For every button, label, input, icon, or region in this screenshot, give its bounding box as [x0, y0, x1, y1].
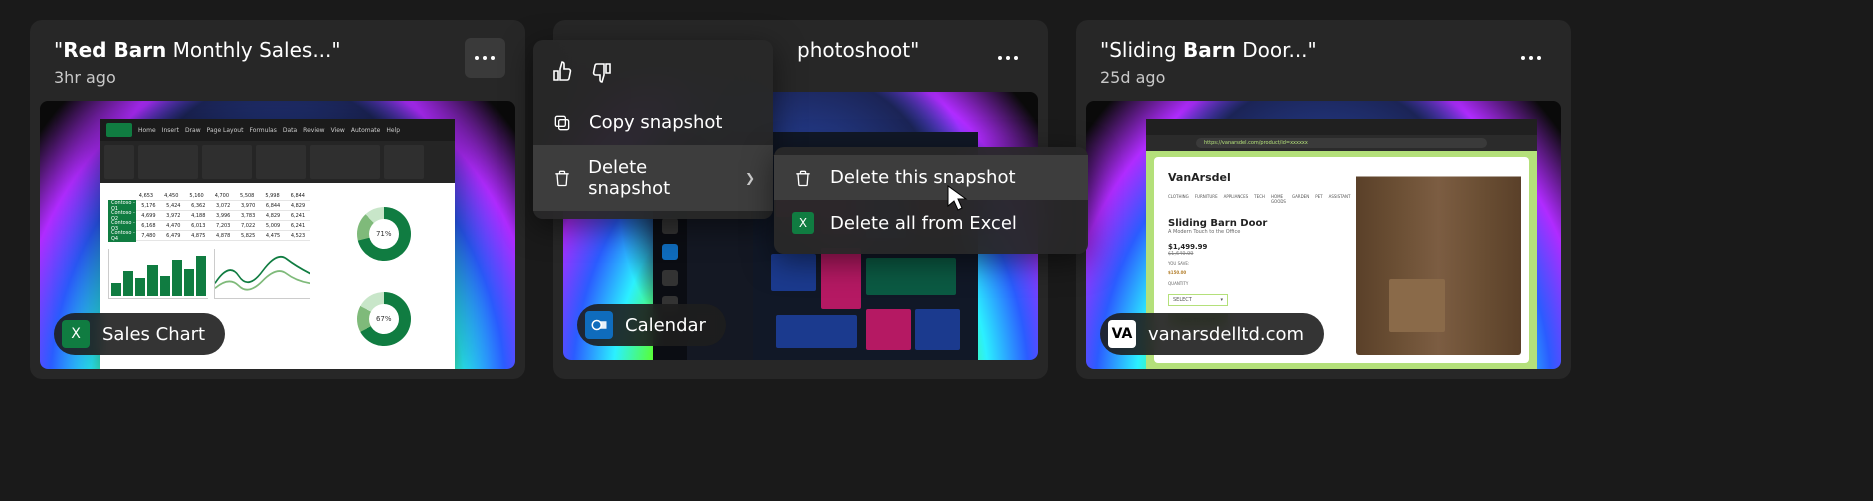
brand-name: VanArsdel: [1168, 171, 1350, 184]
trash-icon: [551, 168, 572, 188]
thumbs-up-button[interactable]: [551, 60, 575, 88]
product-price: $1,499.99: [1168, 243, 1350, 251]
context-submenu: Delete this snapshot X Delete all from E…: [774, 147, 1088, 254]
snapshot-title: "Red Barn Monthly Sales...": [54, 38, 341, 62]
menu-item-label: Delete this snapshot: [830, 167, 1016, 188]
url-bar: https://vanarsdel.com/product/id=xxxxxx: [1196, 138, 1487, 148]
outlook-icon: [585, 311, 613, 339]
snapshot-time: 25d ago: [1100, 68, 1317, 87]
more-button[interactable]: [1511, 38, 1551, 78]
copy-icon: [551, 113, 573, 133]
snapshot-card[interactable]: "Red Barn Monthly Sales..." 3hr ago Home…: [30, 20, 525, 379]
menu-item-label: Delete snapshot: [588, 157, 729, 199]
delete-this-snapshot-item[interactable]: Delete this snapshot: [774, 155, 1088, 200]
menu-item-label: Copy snapshot: [589, 112, 722, 133]
more-button[interactable]: [988, 38, 1028, 78]
app-pill-label: Calendar: [625, 315, 706, 336]
app-pill[interactable]: Calendar: [577, 304, 726, 346]
more-icon: [475, 56, 495, 60]
donut-chart-2: [357, 292, 411, 346]
snapshot-thumbnail[interactable]: https://vanarsdel.com/product/id=xxxxxx …: [1086, 101, 1561, 369]
menu-item-label: Delete all from Excel: [830, 213, 1017, 234]
product-title: Sliding Barn Door: [1168, 218, 1350, 229]
snapshot-title: "Sliding Barn Door...": [1100, 38, 1317, 62]
bar-chart-icon: [108, 249, 208, 299]
snapshot-time: 3hr ago: [54, 68, 341, 87]
snapshot-card[interactable]: "Sliding Barn Door..." 25d ago https://v…: [1076, 20, 1571, 379]
app-pill-label: Sales Chart: [102, 324, 205, 345]
more-icon: [998, 56, 1018, 60]
line-chart-icon: [214, 249, 310, 299]
app-pill[interactable]: X Sales Chart: [54, 313, 225, 355]
site-icon: VA: [1108, 320, 1136, 348]
context-menu: Copy snapshot Delete snapshot ❯: [533, 40, 773, 219]
copy-snapshot-item[interactable]: Copy snapshot: [533, 100, 773, 145]
app-pill[interactable]: VA vanarsdelltd.com: [1100, 313, 1324, 355]
excel-icon: X: [792, 212, 814, 234]
app-pill-label: vanarsdelltd.com: [1148, 324, 1304, 345]
chevron-right-icon: ❯: [745, 171, 755, 185]
data-table: 4,653 4,450 5,160 4,700 5,508 5,998 6,84…: [108, 191, 310, 241]
trash-icon: [792, 168, 814, 188]
delete-all-from-excel-item[interactable]: X Delete all from Excel: [774, 200, 1088, 246]
more-button[interactable]: [465, 38, 505, 78]
more-icon: [1521, 56, 1541, 60]
select-dropdown: SELECT▾: [1168, 294, 1228, 306]
snapshot-thumbnail[interactable]: Home Insert Draw Page Layout Formulas Da…: [40, 101, 515, 369]
excel-icon: X: [62, 320, 90, 348]
donut-chart-1: [357, 207, 411, 261]
product-image: [1356, 165, 1521, 355]
thumbs-down-button[interactable]: [589, 60, 613, 88]
delete-snapshot-item[interactable]: Delete snapshot ❯: [533, 145, 773, 211]
